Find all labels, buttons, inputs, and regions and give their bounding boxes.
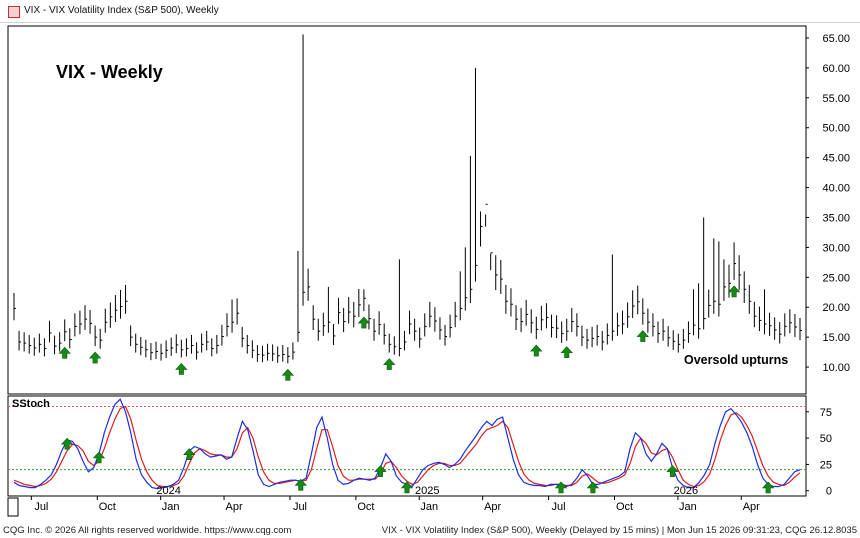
x-year-label: 2026 <box>674 485 698 497</box>
x-month-label: Jul <box>34 501 48 513</box>
x-year-label: 2025 <box>415 485 439 497</box>
chart-title: VIX - Weekly <box>56 62 163 82</box>
x-month-label: Apr <box>743 501 760 513</box>
annotation-oversold-upturns: Oversold upturns <box>684 353 788 367</box>
x-year-label: 2024 <box>156 485 180 497</box>
price-tick-label: 30.00 <box>822 242 850 254</box>
x-month-label: Jul <box>552 501 566 513</box>
scroll-thumb[interactable] <box>7 497 19 517</box>
price-tick-label: 15.00 <box>822 332 850 344</box>
price-tick-label: 40.00 <box>822 183 850 195</box>
price-tick-label: 20.00 <box>822 302 850 314</box>
status-quote-info: VIX - VIX Volatility Index (S&P 500), We… <box>381 525 857 536</box>
stoch-tick-label: 50 <box>820 433 832 445</box>
x-month-label: Oct <box>357 501 374 513</box>
x-month-label: Jan <box>679 501 697 513</box>
price-tick-label: 50.00 <box>822 123 850 135</box>
x-month-label: Apr <box>484 501 501 513</box>
status-copyright: CQG Inc. © 2026 All rights reserved worl… <box>3 525 292 536</box>
status-bar: CQG Inc. © 2026 All rights reserved worl… <box>0 523 860 538</box>
window-titlebar: VIX - VIX Volatility Index (S&P 500), We… <box>0 0 860 23</box>
stoch-tick-label: 75 <box>820 407 832 419</box>
price-tick-label: 55.00 <box>822 93 850 105</box>
stoch-tick-label: 25 <box>820 459 832 471</box>
price-tick-label: 60.00 <box>822 63 850 75</box>
vix-chart-svg[interactable]: 65.00 60.00 55.00 50.00 45.00 40.00 35.00 30.00… <box>6 24 856 522</box>
stoch-tick-label: 0 <box>826 486 832 498</box>
chart-frame[interactable]: 65.00 60.00 55.00 50.00 45.00 40.00 35.00 30.00… <box>6 24 856 522</box>
x-month-label: Apr <box>225 501 242 513</box>
x-month-label: Oct <box>99 501 116 513</box>
price-tick-label: 45.00 <box>822 153 850 165</box>
price-tick-label: 35.00 <box>822 212 850 224</box>
price-tick-label: 65.00 <box>822 33 850 45</box>
x-month-label: Jan <box>420 501 438 513</box>
price-tick-label: 25.00 <box>822 272 850 284</box>
window-title: VIX - VIX Volatility Index (S&P 500), We… <box>24 5 219 16</box>
x-month-label: Jul <box>293 501 307 513</box>
x-month-label: Jan <box>162 501 180 513</box>
price-tick-label: 10.00 <box>822 362 850 374</box>
chart-app-icon <box>8 6 20 18</box>
x-month-label: Oct <box>616 501 633 513</box>
stoch-title: SStoch <box>12 398 50 410</box>
